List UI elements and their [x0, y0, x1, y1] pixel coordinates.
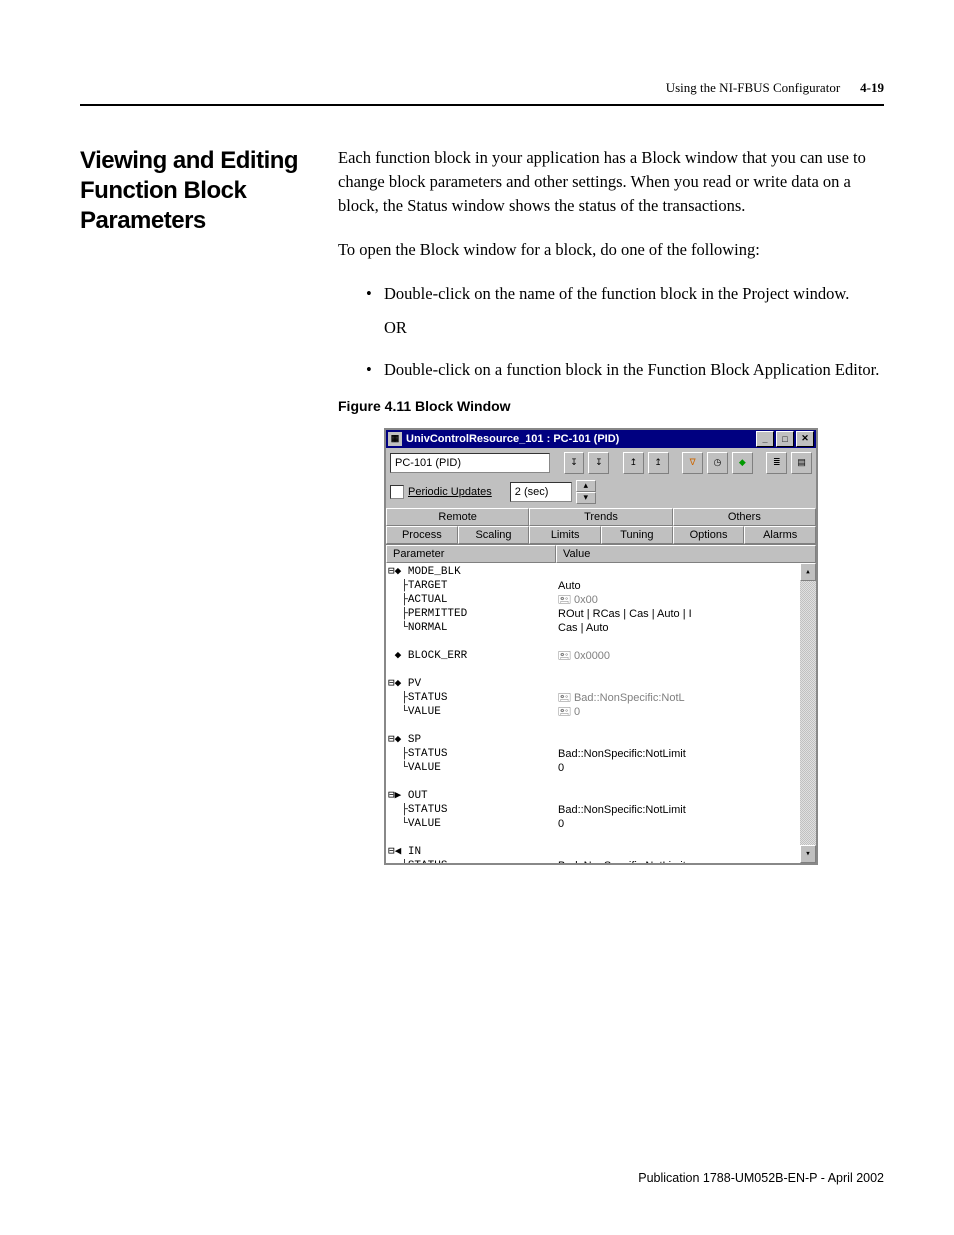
app-icon: ▦: [388, 432, 402, 446]
scroll-down-button[interactable]: ▾: [800, 845, 816, 863]
toolbar-row-2: Periodic Updates 2 (sec) ▴ ▾: [386, 478, 816, 508]
close-button[interactable]: ✕: [796, 431, 814, 447]
col-header-parameter[interactable]: Parameter: [386, 545, 556, 563]
column-headers: Parameter Value: [386, 544, 816, 563]
filter-button[interactable]: ∇: [682, 452, 703, 474]
block-window: ▦ UnivControlResource_101 : PC-101 (PID)…: [384, 428, 818, 865]
chapter-title: Using the NI-FBUS Configurator: [666, 80, 840, 96]
tab-tuning[interactable]: Tuning: [601, 526, 673, 544]
periodic-updates-label: Periodic Updates: [408, 486, 492, 498]
periodic-updates-checkbox[interactable]: [390, 485, 404, 499]
tab-process[interactable]: Process: [386, 526, 458, 544]
tab-others[interactable]: Others: [673, 508, 816, 526]
bullet-2: • Double-click on a function block in th…: [366, 358, 884, 382]
colors-button[interactable]: ◆: [732, 452, 753, 474]
trend-button[interactable]: ◷: [707, 452, 728, 474]
list-view-button[interactable]: ≣: [766, 452, 787, 474]
tab-remote[interactable]: Remote: [386, 508, 529, 526]
bullet-dot-icon: •: [366, 282, 384, 306]
toolbar-row-1: PC-101 (PID) ↧ ↧ ↥ ↥ ∇ ◷ ◆ ≣ ▤: [386, 448, 816, 478]
intro-paragraph-2: To open the Block window for a block, do…: [338, 238, 884, 262]
intro-paragraph-1: Each function block in your application …: [338, 146, 884, 218]
write-all-button[interactable]: ↧: [588, 452, 609, 474]
tab-scaling[interactable]: Scaling: [458, 526, 530, 544]
details-button[interactable]: ▤: [791, 452, 812, 474]
figure-caption: Figure 4.11 Block Window: [338, 398, 884, 414]
tab-limits[interactable]: Limits: [529, 526, 601, 544]
write-button[interactable]: ↧: [564, 452, 585, 474]
tab-alarms[interactable]: Alarms: [744, 526, 816, 544]
interval-up-button[interactable]: ▴: [576, 480, 596, 492]
or-separator: OR: [384, 318, 884, 338]
tabs-front-row: Process Scaling Limits Tuning Options Al…: [386, 526, 816, 544]
bullet-1: • Double-click on the name of the functi…: [366, 282, 884, 306]
interval-field[interactable]: 2 (sec): [510, 482, 572, 502]
tabs-back-row: Remote Trends Others: [386, 508, 816, 526]
section-heading: Viewing and Editing Function Block Param…: [80, 146, 310, 236]
minimize-button[interactable]: _: [756, 431, 774, 447]
publication-footer: Publication 1788-UM052B-EN-P - April 200…: [638, 1171, 884, 1185]
vertical-scrollbar[interactable]: ▴ ▾: [800, 563, 816, 863]
read-button[interactable]: ↥: [623, 452, 644, 474]
tab-trends[interactable]: Trends: [529, 508, 672, 526]
col-header-value[interactable]: Value: [556, 545, 816, 563]
page-number: 4-19: [860, 80, 884, 96]
bullet-2-text: Double-click on a function block in the …: [384, 358, 879, 382]
header-rule: [80, 104, 884, 106]
window-title: UnivControlResource_101 : PC-101 (PID): [406, 433, 619, 445]
block-name-field[interactable]: PC-101 (PID): [390, 453, 550, 473]
interval-down-button[interactable]: ▾: [576, 492, 596, 504]
parameter-tree[interactable]: ⊟◆ MODE_BLK ├TARGET ├ACTUAL ├PERMITTED └…: [386, 563, 816, 863]
running-header: Using the NI-FBUS Configurator 4-19: [80, 80, 884, 104]
read-all-button[interactable]: ↥: [648, 452, 669, 474]
scroll-up-button[interactable]: ▴: [800, 563, 816, 581]
tab-options[interactable]: Options: [673, 526, 745, 544]
maximize-button[interactable]: □: [776, 431, 794, 447]
titlebar[interactable]: ▦ UnivControlResource_101 : PC-101 (PID)…: [386, 430, 816, 448]
bullet-1-text: Double-click on the name of the function…: [384, 282, 849, 306]
bullet-dot-icon: •: [366, 358, 384, 382]
